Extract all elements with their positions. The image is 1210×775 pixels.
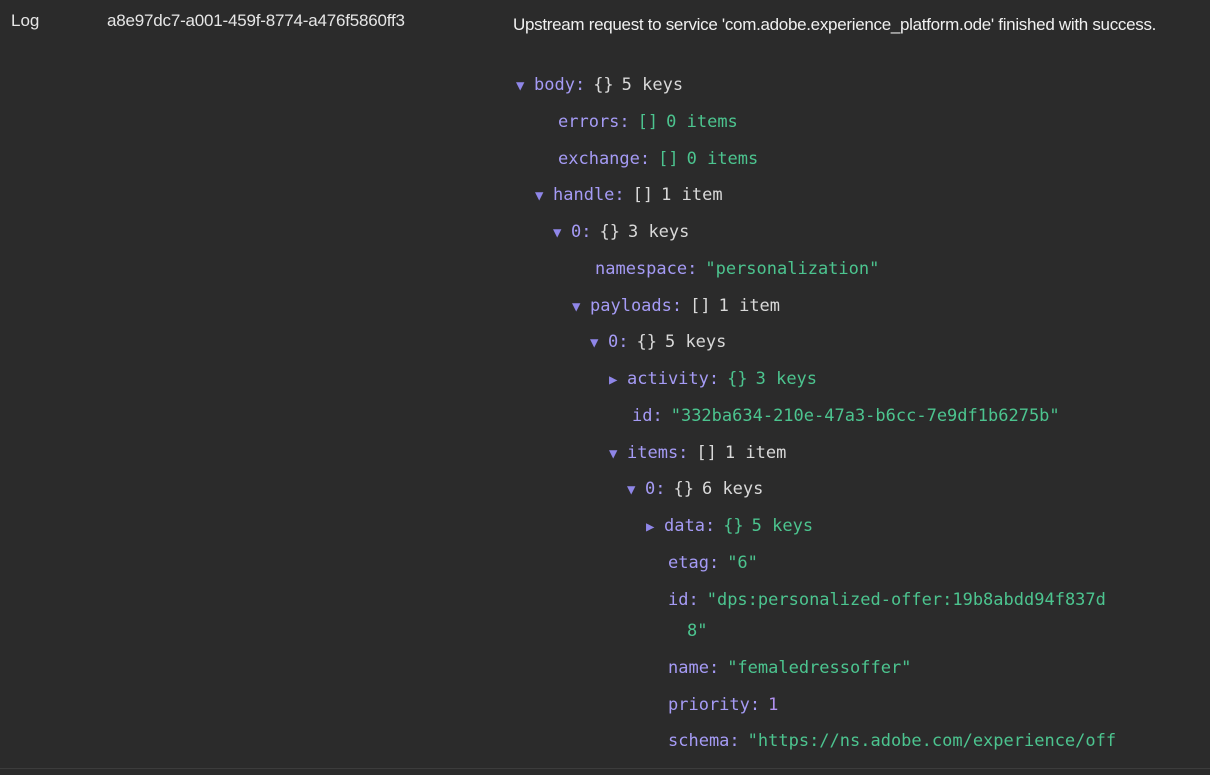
tree-node-handle[interactable]: ▼ handle: [] 1 item (535, 184, 723, 207)
triangle-down-icon[interactable]: ▼ (572, 296, 590, 318)
tree-node-payload-id[interactable]: id: "332ba634-210e-47a3-b6cc-7e9df1b6275b… (632, 405, 1060, 427)
node-count: 1 item (724, 443, 787, 463)
node-count: 0 items (666, 112, 738, 132)
node-type: {} (673, 479, 694, 499)
node-key: namespace: (595, 259, 698, 279)
node-key: errors: (558, 112, 630, 132)
triangle-right-icon[interactable]: ▶ (646, 516, 664, 538)
node-type: [] (658, 149, 679, 169)
node-count: 3 keys (755, 369, 818, 389)
tree-node-exchange[interactable]: exchange: [] 0 items (558, 148, 758, 170)
triangle-down-icon[interactable]: ▼ (553, 222, 571, 244)
tree-node-handle-0[interactable]: ▼ 0: {} 3 keys (553, 221, 689, 244)
node-count: 3 keys (627, 222, 690, 242)
node-type: [] (632, 185, 654, 205)
node-key: priority: (668, 695, 761, 715)
tree-node-namespace[interactable]: namespace: "personalization" (595, 258, 879, 280)
node-type: [] (690, 296, 711, 316)
tree-node-body[interactable]: ▼ body: {} 5 keys (516, 74, 683, 97)
node-count: 1 item (661, 185, 723, 205)
triangle-down-icon[interactable]: ▼ (609, 443, 627, 465)
node-value-line2: 8" (687, 621, 708, 641)
node-key: 0: (645, 479, 666, 499)
node-type: {} (599, 222, 620, 242)
row-divider (0, 768, 1210, 769)
node-type: [] (696, 443, 717, 463)
tree-node-etag[interactable]: etag: "6" (668, 552, 758, 574)
node-key: items: (627, 443, 689, 463)
node-count: 0 items (686, 149, 759, 169)
triangle-down-icon[interactable]: ▼ (516, 75, 534, 97)
node-key: id: (632, 406, 663, 426)
tree-node-payloads[interactable]: ▼ payloads: [] 1 item (572, 295, 780, 318)
node-key: name: (668, 658, 720, 678)
tree-node-item-id[interactable]: id: "dps:personalized-offer:19b8abdd94f83… (668, 589, 1106, 611)
node-key: 0: (608, 332, 629, 352)
tree-node-items[interactable]: ▼ items: [] 1 item (609, 442, 786, 465)
node-value: "332ba634-210e-47a3-b6cc-7e9df1b6275b" (670, 406, 1060, 426)
tree-node-item-id-continuation: 8" (687, 620, 707, 642)
node-value: "https://ns.adobe.com/experience/off (747, 731, 1117, 751)
node-key: handle: (553, 185, 625, 205)
node-key: etag: (668, 553, 720, 573)
tree-node-errors[interactable]: errors: [] 0 items (558, 111, 738, 133)
node-type: [] (637, 112, 659, 132)
tree-node-name[interactable]: name: "femaledressoffer" (668, 657, 911, 679)
triangle-down-icon[interactable]: ▼ (590, 332, 608, 354)
triangle-down-icon[interactable]: ▼ (535, 185, 553, 207)
node-key: id: (668, 590, 699, 610)
node-type: {} (636, 332, 657, 352)
node-count: 1 item (718, 296, 781, 316)
node-key: activity: (627, 369, 720, 389)
node-type: {} (593, 75, 614, 95)
node-type: {} (727, 369, 748, 389)
node-count: 5 keys (621, 75, 684, 95)
triangle-right-icon[interactable]: ▶ (609, 369, 627, 391)
node-count: 5 keys (664, 332, 727, 352)
node-value: "6" (727, 553, 758, 573)
log-row[interactable]: Log a8e97dc7-a001-459f-8774-a476f5860ff3… (0, 0, 1210, 775)
node-type: {} (723, 516, 744, 536)
tree-node-priority[interactable]: priority: 1 (668, 694, 778, 716)
node-key: schema: (668, 731, 740, 751)
node-value: 1 (768, 695, 779, 715)
node-key: data: (664, 516, 716, 536)
node-key: 0: (571, 222, 592, 242)
node-key: payloads: (590, 296, 683, 316)
tree-node-schema[interactable]: schema: "https://ns.adobe.com/experience/… (668, 730, 1116, 752)
tree-node-items-0[interactable]: ▼ 0: {} 6 keys (627, 478, 763, 501)
triangle-down-icon[interactable]: ▼ (627, 479, 645, 501)
node-count: 5 keys (751, 516, 814, 536)
tree-node-payloads-0[interactable]: ▼ 0: {} 5 keys (590, 331, 726, 354)
json-tree: ▼ body:{} 5 keys errors:[] 0 items exchange… (0, 0, 1210, 775)
node-value-line1: "dps:personalized-offer:19b8abdd94f837d (706, 590, 1106, 610)
tree-node-data[interactable]: ▶ data: {} 5 keys (646, 515, 813, 538)
node-count: 6 keys (701, 479, 764, 499)
node-value: "personalization" (705, 259, 880, 279)
tree-node-activity[interactable]: ▶ activity: {} 3 keys (609, 368, 817, 391)
node-value: "femaledressoffer" (727, 658, 912, 678)
node-key: exchange: (558, 149, 651, 169)
node-key: body: (534, 75, 586, 95)
